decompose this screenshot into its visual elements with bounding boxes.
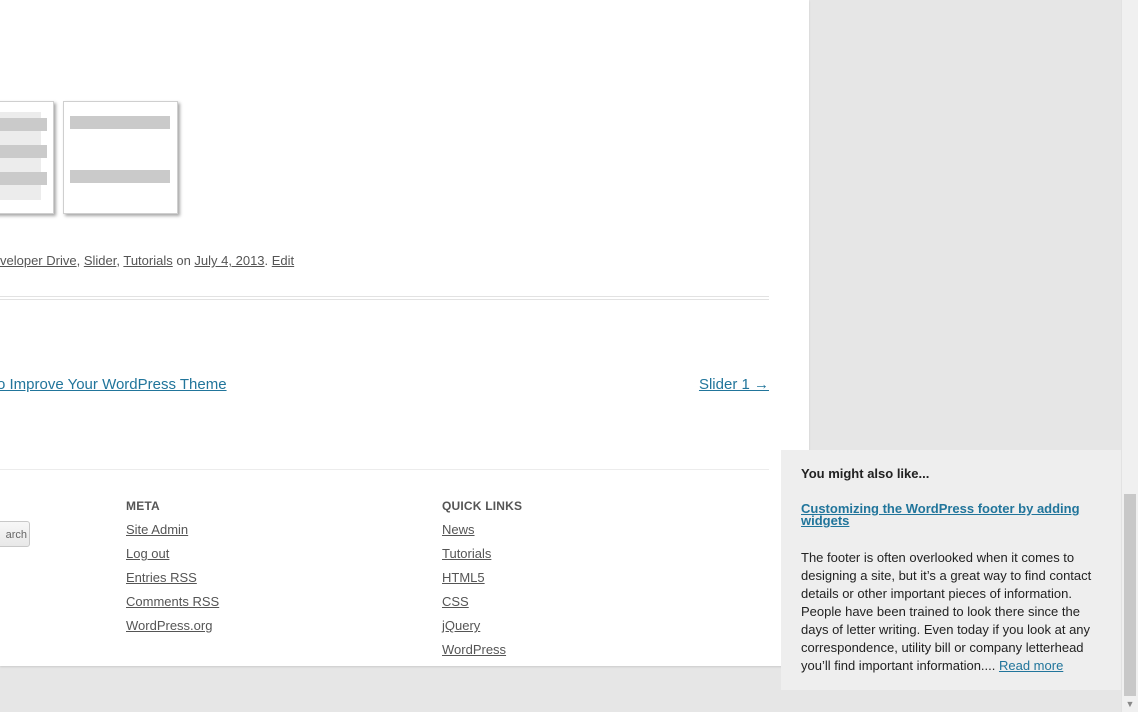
post-date-link[interactable]: July 4, 2013: [194, 253, 264, 268]
list-item: HTML5: [442, 569, 506, 593]
list-item: WordPress: [442, 641, 506, 665]
thumbnail-bar: [70, 116, 170, 129]
quick-link-html5[interactable]: HTML5: [442, 570, 485, 585]
edit-link[interactable]: Edit: [272, 253, 294, 268]
popup-heading: You might also like...: [801, 466, 930, 481]
meta-link-wordpress-org[interactable]: WordPress.org: [126, 618, 212, 633]
slider-thumbnail[interactable]: [63, 101, 178, 214]
post-meta: veloper Drive, Slider, Tutorials on July…: [0, 253, 294, 268]
list-item: Comments RSS: [126, 593, 219, 617]
list-item: Entries RSS: [126, 569, 219, 593]
next-post-link[interactable]: Slider 1 →: [699, 376, 769, 393]
quick-link-css[interactable]: CSS: [442, 594, 469, 609]
divider: [0, 296, 769, 297]
meta-widget-title: META: [126, 499, 160, 513]
quick-links-title: QUICK LINKS: [442, 499, 523, 513]
quick-link-news[interactable]: News: [442, 522, 475, 537]
separator: ,: [76, 253, 84, 268]
related-post-popup: You might also like... Customizing the W…: [781, 450, 1121, 690]
excerpt-text: The footer is often overlooked when it c…: [801, 550, 1092, 673]
list-item: Site Admin: [126, 521, 219, 545]
category-link-slider[interactable]: Slider: [84, 253, 117, 268]
vertical-scrollbar[interactable]: ▼: [1121, 0, 1138, 712]
content-page: veloper Drive, Slider, Tutorials on July…: [0, 0, 809, 666]
thumbnail-bar: [70, 170, 170, 183]
list-item: Log out: [126, 545, 219, 569]
list-item: CSS: [442, 593, 506, 617]
meta-link-site-admin[interactable]: Site Admin: [126, 522, 188, 537]
quick-link-tutorials[interactable]: Tutorials: [442, 546, 491, 561]
footer-divider: [0, 469, 769, 470]
quick-links-list: News Tutorials HTML5 CSS jQuery WordPres…: [442, 521, 506, 665]
thumbnail-bar: [0, 145, 47, 158]
list-item: Tutorials: [442, 545, 506, 569]
category-link[interactable]: veloper Drive: [0, 253, 77, 268]
previous-post-link[interactable]: o Improve Your WordPress Theme: [0, 376, 227, 393]
meta-link-comments-rss[interactable]: Comments RSS: [126, 594, 219, 609]
divider: [0, 299, 769, 300]
related-post-excerpt: The footer is often overlooked when it c…: [801, 549, 1101, 675]
meta-text: .: [264, 253, 272, 268]
list-item: jQuery: [442, 617, 506, 641]
meta-text: on: [172, 253, 195, 268]
search-button[interactable]: arch: [0, 521, 30, 547]
quick-link-wordpress[interactable]: WordPress: [442, 642, 506, 657]
meta-link-entries-rss[interactable]: Entries RSS: [126, 570, 197, 585]
arrow-down-icon[interactable]: ▼: [1122, 696, 1138, 712]
read-more-link[interactable]: Read more: [999, 658, 1063, 673]
list-item: WordPress.org: [126, 617, 219, 641]
thumbnail-bar: [0, 172, 47, 185]
list-item: News: [442, 521, 506, 545]
quick-link-jquery[interactable]: jQuery: [442, 618, 480, 633]
scrollbar-thumb[interactable]: [1124, 494, 1136, 696]
related-post-title-link[interactable]: Customizing the WordPress footer by addi…: [801, 502, 1101, 527]
category-link-tutorials[interactable]: Tutorials: [123, 253, 172, 268]
slider-thumbnail[interactable]: [0, 101, 54, 214]
thumbnail-bar: [0, 118, 47, 131]
meta-widget-list: Site Admin Log out Entries RSS Comments …: [126, 521, 219, 641]
meta-link-log-out[interactable]: Log out: [126, 546, 169, 561]
